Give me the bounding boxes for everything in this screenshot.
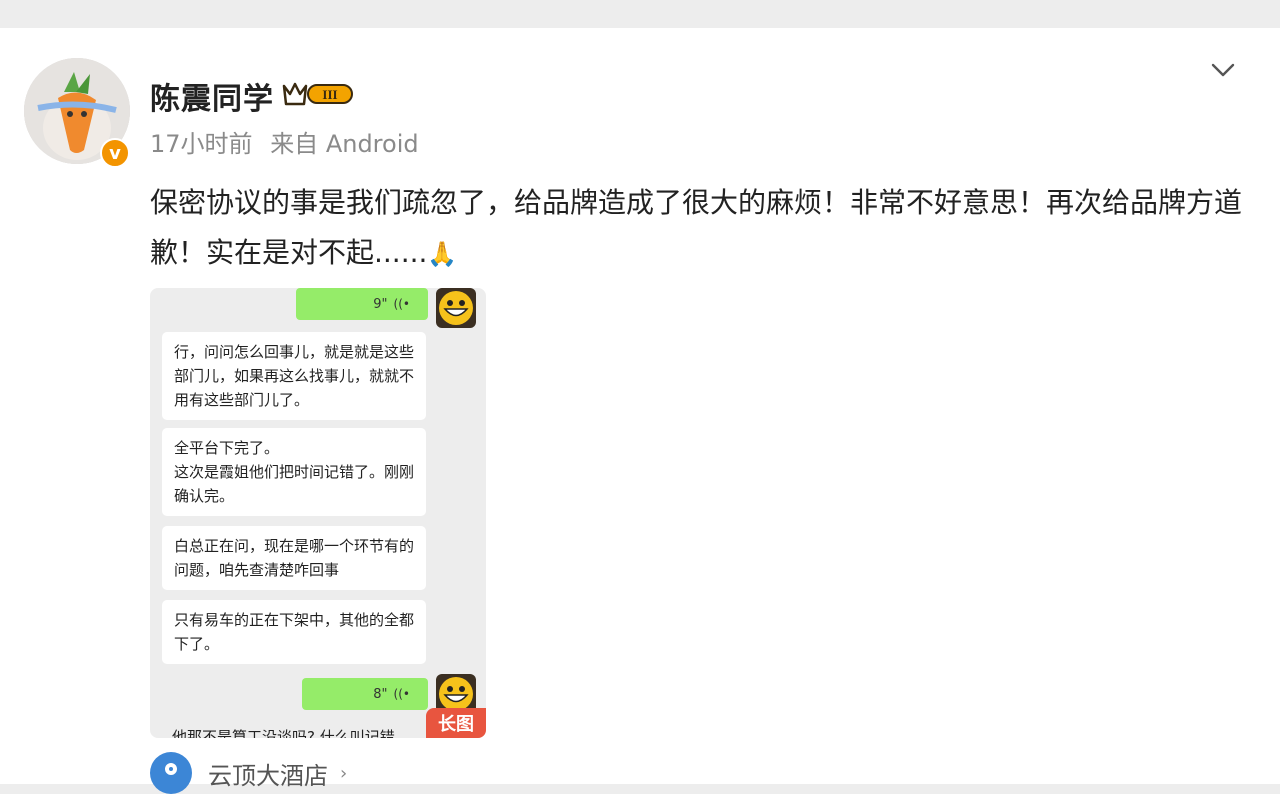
chat-bubble: 全平台下完了。 这次是霞姐他们把时间记错了。刚刚确认完。 bbox=[162, 428, 426, 516]
voice-wave-icon: ((• bbox=[393, 687, 410, 701]
location-pin-icon bbox=[150, 752, 192, 794]
post-body: 保密协议的事是我们疏忽了，给品牌造成了很大的麻烦！非常不好意思！再次给品牌方道歉… bbox=[150, 178, 1250, 279]
long-image-badge: 长图 bbox=[426, 708, 486, 738]
voice-duration: 8" bbox=[373, 686, 388, 702]
post-image[interactable]: 9" ((• 行，问问怎么回事儿，就是就是这些部门儿，如果再这么找事儿，就就不用… bbox=[150, 288, 486, 738]
voice-message: 9" ((• bbox=[296, 288, 428, 320]
chat-bubble-cut: 他那不是算工没谈吗? 什么叫记错 bbox=[172, 728, 395, 738]
voice-message: 8" ((• bbox=[302, 678, 428, 710]
vip-level: III bbox=[322, 87, 337, 102]
post-meta: 17小时前 来自 Android bbox=[150, 124, 419, 159]
username[interactable]: 陈震同学 bbox=[150, 74, 274, 118]
chevron-right-icon: › bbox=[340, 762, 348, 784]
chat-bubble: 白总正在问，现在是哪一个环节有的问题，咱先查清楚咋回事 bbox=[162, 526, 426, 590]
pray-emoji: 🙏 bbox=[427, 240, 458, 268]
voice-duration: 9" bbox=[373, 296, 388, 312]
chat-bubble: 只有易车的正在下架中，其他的全都下了。 bbox=[162, 600, 426, 664]
verified-badge-icon: v bbox=[100, 138, 130, 168]
voice-wave-icon: ((• bbox=[393, 297, 410, 311]
smile-avatar-icon bbox=[436, 288, 476, 328]
chat-bubble: 行，问问怎么回事儿，就是就是这些部门儿，如果再这么找事儿，就就不用有这些部门儿了… bbox=[162, 332, 426, 420]
chevron-down-icon[interactable] bbox=[1208, 58, 1238, 82]
post-time[interactable]: 17小时前 bbox=[150, 130, 253, 158]
post-source: 来自 Android bbox=[270, 130, 419, 158]
location-name: 云顶大酒店 bbox=[208, 761, 328, 790]
vip-crown-icon[interactable]: III bbox=[282, 78, 356, 108]
post-text: 保密协议的事是我们疏忽了，给品牌造成了很大的麻烦！非常不好意思！再次给品牌方道歉… bbox=[150, 186, 1243, 269]
